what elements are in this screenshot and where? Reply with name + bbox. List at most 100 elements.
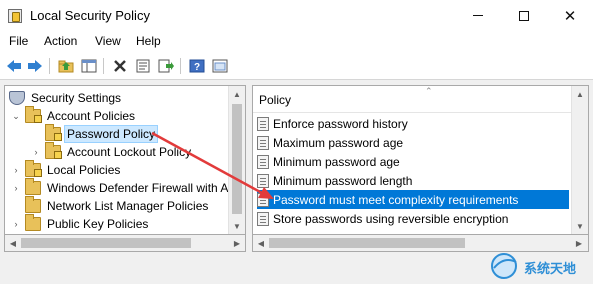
toolbar: ? bbox=[0, 52, 593, 80]
forward-button[interactable] bbox=[26, 57, 44, 75]
window-title: Local Security Policy bbox=[30, 8, 150, 23]
folder-icon bbox=[25, 196, 41, 213]
locked-folder-icon bbox=[45, 142, 62, 159]
policy-row[interactable]: Maximum password age bbox=[257, 133, 569, 152]
tree-item-label: Public Key Policies bbox=[47, 217, 149, 231]
toolbar-separator bbox=[49, 58, 50, 74]
forward-arrow-icon bbox=[28, 60, 42, 72]
policy-name: Minimum password age bbox=[273, 154, 400, 169]
scroll-left-arrow-icon[interactable]: ◀ bbox=[7, 237, 19, 249]
scroll-left-arrow-icon[interactable]: ◀ bbox=[255, 237, 267, 249]
chevron-down-icon[interactable]: ⌄ bbox=[11, 111, 21, 122]
up-folder-icon bbox=[58, 60, 74, 73]
minimize-icon bbox=[473, 15, 483, 16]
scroll-right-arrow-icon[interactable]: ▶ bbox=[231, 237, 243, 249]
console-button[interactable] bbox=[211, 57, 229, 75]
back-arrow-icon bbox=[7, 60, 21, 72]
back-button[interactable] bbox=[5, 57, 23, 75]
locked-folder-icon bbox=[45, 124, 62, 141]
chevron-right-icon[interactable]: › bbox=[31, 147, 41, 157]
locked-folder-icon bbox=[25, 106, 42, 123]
scroll-down-arrow-icon[interactable]: ▼ bbox=[574, 220, 586, 232]
tree-horizontal-scrollbar[interactable]: ◀ ▶ bbox=[4, 235, 246, 252]
tree-item-windows-defender-firewall[interactable]: › Windows Defender Firewall with A bbox=[11, 178, 230, 197]
export-list-button[interactable] bbox=[157, 57, 175, 75]
menu-file-label: File bbox=[9, 34, 29, 48]
menu-view[interactable]: View bbox=[95, 34, 121, 48]
chevron-right-icon[interactable]: › bbox=[11, 165, 21, 175]
scroll-up-arrow-icon[interactable]: ▲ bbox=[231, 88, 243, 100]
security-settings-icon bbox=[9, 91, 25, 105]
tree-item-label: Security Settings bbox=[31, 91, 122, 105]
minimize-button[interactable] bbox=[455, 0, 501, 31]
tree-vertical-scrollbar[interactable]: ▲ ▼ bbox=[228, 86, 245, 234]
show-hide-console-tree-button[interactable] bbox=[80, 57, 98, 75]
scroll-down-arrow-icon[interactable]: ▼ bbox=[231, 220, 243, 232]
tree-item-label: Password Policy bbox=[63, 125, 159, 143]
watermark-text: 系统天地 bbox=[524, 261, 577, 276]
policy-icon bbox=[257, 173, 269, 188]
column-header-label: Policy bbox=[259, 93, 292, 107]
tree-item-label: Account Lockout Policy bbox=[67, 145, 192, 159]
details-pane: Policy ⌃ Enforce password history Maximu… bbox=[252, 85, 589, 235]
toolbar-separator bbox=[180, 58, 181, 74]
policy-row[interactable]: Store passwords using reversible encrypt… bbox=[257, 209, 569, 228]
policy-icon bbox=[257, 154, 269, 169]
menu-bar: File Action View Help bbox=[0, 31, 593, 52]
scroll-thumb[interactable] bbox=[232, 104, 242, 214]
up-one-level-button[interactable] bbox=[57, 57, 75, 75]
tree-item-label: Windows Defender Firewall with A bbox=[47, 181, 229, 195]
tree-item-account-policies[interactable]: ⌄ Account Policies bbox=[11, 106, 137, 125]
policy-icon bbox=[257, 116, 269, 131]
tree-item-security-settings[interactable]: Security Settings bbox=[9, 89, 123, 107]
policy-name: Minimum password length bbox=[273, 173, 413, 188]
help-icon: ? bbox=[189, 59, 205, 73]
show-hide-tree-icon bbox=[81, 59, 97, 73]
tree-item-account-lockout-policy[interactable]: › Account Lockout Policy bbox=[31, 142, 193, 161]
help-button[interactable]: ? bbox=[188, 57, 206, 75]
policy-name: Store passwords using reversible encrypt… bbox=[273, 211, 509, 226]
properties-button[interactable] bbox=[134, 57, 152, 75]
policy-row[interactable]: Minimum password length bbox=[257, 171, 569, 190]
tree-item-label: Account Policies bbox=[47, 109, 136, 123]
policy-column-header[interactable]: Policy ⌃ bbox=[253, 86, 571, 113]
delete-icon bbox=[114, 60, 126, 72]
svg-text:?: ? bbox=[194, 62, 200, 73]
scroll-thumb[interactable] bbox=[269, 238, 465, 248]
maximize-button[interactable] bbox=[501, 0, 547, 31]
menu-view-label: View bbox=[95, 34, 121, 48]
scroll-thumb[interactable] bbox=[21, 238, 191, 248]
policy-icon bbox=[257, 135, 269, 150]
chevron-right-icon[interactable]: › bbox=[11, 183, 21, 193]
toolbar-separator bbox=[103, 58, 104, 74]
menu-help-label: Help bbox=[136, 34, 161, 48]
policy-name: Enforce password history bbox=[273, 116, 408, 131]
delete-button[interactable] bbox=[111, 57, 129, 75]
scroll-right-arrow-icon[interactable]: ▶ bbox=[573, 237, 585, 249]
tree-item-password-policy[interactable]: Password Policy bbox=[45, 124, 159, 143]
menu-file[interactable]: File bbox=[9, 34, 28, 48]
close-button[interactable]: ✕ bbox=[547, 0, 593, 31]
maximize-icon bbox=[519, 10, 529, 21]
menu-action[interactable]: Action bbox=[44, 34, 77, 48]
policy-row[interactable]: Minimum password age bbox=[257, 152, 569, 171]
menu-action-label: Action bbox=[44, 34, 78, 48]
scroll-up-arrow-icon[interactable]: ▲ bbox=[574, 88, 586, 100]
folder-icon bbox=[25, 178, 41, 195]
policy-name: Password must meet complexity requiremen… bbox=[273, 192, 519, 207]
tree-item-label: Network List Manager Policies bbox=[47, 199, 209, 213]
policy-icon bbox=[257, 211, 269, 226]
policy-row-selected[interactable]: Password must meet complexity requiremen… bbox=[257, 190, 569, 209]
title-bar: Local Security Policy ✕ bbox=[0, 0, 593, 31]
properties-icon bbox=[136, 59, 150, 73]
chevron-right-icon[interactable]: › bbox=[11, 219, 21, 229]
tree-item-label: Local Policies bbox=[47, 163, 121, 177]
tree-item-network-list-manager[interactable]: Network List Manager Policies bbox=[25, 196, 210, 215]
list-vertical-scrollbar[interactable]: ▲ ▼ bbox=[571, 86, 588, 234]
policy-row[interactable]: Enforce password history bbox=[257, 114, 569, 133]
close-icon: ✕ bbox=[563, 7, 577, 25]
tree-item-public-key-policies[interactable]: › Public Key Policies bbox=[11, 214, 150, 233]
tree-item-local-policies[interactable]: › Local Policies bbox=[11, 160, 122, 179]
menu-help[interactable]: Help bbox=[136, 34, 161, 48]
policy-name: Maximum password age bbox=[273, 135, 404, 150]
